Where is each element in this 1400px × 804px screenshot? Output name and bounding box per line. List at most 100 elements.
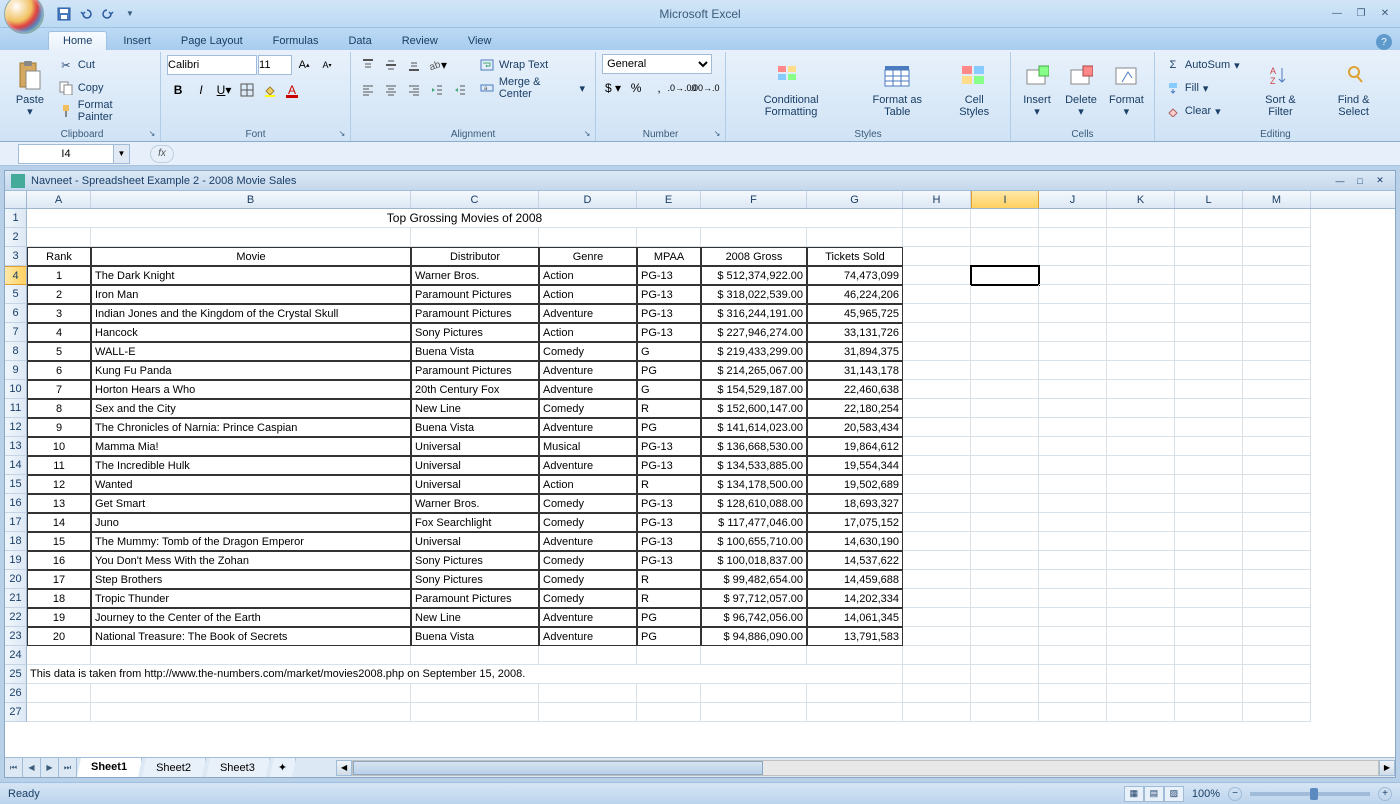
- cell[interactable]: [27, 684, 91, 703]
- cell[interactable]: PG: [637, 627, 701, 646]
- cell[interactable]: 19,502,689: [807, 475, 903, 494]
- cell[interactable]: [971, 247, 1039, 266]
- cell[interactable]: Step Brothers: [91, 570, 411, 589]
- cell[interactable]: [1243, 418, 1311, 437]
- cell[interactable]: 18: [27, 589, 91, 608]
- cell[interactable]: Paramount Pictures: [411, 589, 539, 608]
- cell[interactable]: [971, 228, 1039, 247]
- align-middle-button[interactable]: [380, 54, 402, 76]
- row-header[interactable]: 10: [5, 380, 27, 399]
- cell[interactable]: 14,061,345: [807, 608, 903, 627]
- row-header[interactable]: 1: [5, 209, 27, 228]
- cell[interactable]: [1175, 551, 1243, 570]
- increase-indent-button[interactable]: [449, 79, 471, 101]
- cell[interactable]: G: [637, 380, 701, 399]
- cell[interactable]: [1039, 513, 1107, 532]
- cell[interactable]: Fox Searchlight: [411, 513, 539, 532]
- cell[interactable]: [1107, 456, 1175, 475]
- zoom-in-button[interactable]: +: [1378, 787, 1392, 801]
- shrink-font-button[interactable]: A▾: [316, 54, 338, 76]
- cell[interactable]: [903, 418, 971, 437]
- row-header[interactable]: 26: [5, 684, 27, 703]
- cell[interactable]: [1039, 323, 1107, 342]
- cell[interactable]: 8: [27, 399, 91, 418]
- sheet-tab-2[interactable]: Sheet2: [142, 758, 206, 777]
- cell[interactable]: $ 512,374,922.00: [701, 266, 807, 285]
- cell[interactable]: [1243, 646, 1311, 665]
- page-layout-view-button[interactable]: ▤: [1144, 786, 1164, 802]
- cell[interactable]: Genre: [539, 247, 637, 266]
- cell[interactable]: Paramount Pictures: [411, 304, 539, 323]
- cell[interactable]: MPAA: [637, 247, 701, 266]
- cell[interactable]: PG: [637, 418, 701, 437]
- row-header[interactable]: 17: [5, 513, 27, 532]
- cell[interactable]: [903, 266, 971, 285]
- cell[interactable]: 14,630,190: [807, 532, 903, 551]
- cell[interactable]: [903, 627, 971, 646]
- cell[interactable]: [1107, 361, 1175, 380]
- cell[interactable]: Kung Fu Panda: [91, 361, 411, 380]
- cell[interactable]: [903, 703, 971, 722]
- cell[interactable]: [903, 323, 971, 342]
- workbook-maximize-button[interactable]: □: [1351, 174, 1369, 188]
- font-color-button[interactable]: A: [282, 79, 304, 101]
- cell[interactable]: [539, 228, 637, 247]
- col-header-E[interactable]: E: [637, 191, 701, 208]
- cell[interactable]: [971, 589, 1039, 608]
- cell[interactable]: Adventure: [539, 456, 637, 475]
- decrease-decimal-button[interactable]: .00→.0: [694, 77, 716, 99]
- cell[interactable]: [1107, 532, 1175, 551]
- cell[interactable]: [1243, 665, 1311, 684]
- close-button[interactable]: ✕: [1374, 6, 1396, 22]
- cell[interactable]: [1243, 589, 1311, 608]
- cell[interactable]: [1039, 456, 1107, 475]
- cell[interactable]: [1107, 589, 1175, 608]
- cell[interactable]: G: [637, 342, 701, 361]
- col-header-C[interactable]: C: [411, 191, 539, 208]
- cell[interactable]: R: [637, 589, 701, 608]
- cell[interactable]: [971, 608, 1039, 627]
- cell[interactable]: Juno: [91, 513, 411, 532]
- cell[interactable]: [1107, 323, 1175, 342]
- cell[interactable]: $ 227,946,274.00: [701, 323, 807, 342]
- cell[interactable]: [1243, 570, 1311, 589]
- decrease-indent-button[interactable]: [426, 79, 448, 101]
- name-box[interactable]: I4: [18, 144, 114, 164]
- cell[interactable]: [971, 703, 1039, 722]
- zoom-thumb[interactable]: [1310, 788, 1318, 800]
- cell[interactable]: [1039, 266, 1107, 285]
- cell[interactable]: PG-13: [637, 323, 701, 342]
- percent-format-button[interactable]: %: [625, 77, 647, 99]
- cell[interactable]: [637, 703, 701, 722]
- hscroll-right[interactable]: ▶: [1379, 760, 1395, 776]
- cell[interactable]: [1175, 665, 1243, 684]
- save-icon[interactable]: [54, 4, 74, 24]
- sheet-nav-prev[interactable]: ◀: [23, 758, 41, 777]
- cell[interactable]: [971, 323, 1039, 342]
- cell[interactable]: [1175, 361, 1243, 380]
- row-header[interactable]: 11: [5, 399, 27, 418]
- restore-button[interactable]: ❐: [1350, 6, 1372, 22]
- cell[interactable]: [903, 608, 971, 627]
- zoom-level[interactable]: 100%: [1192, 788, 1220, 800]
- cell[interactable]: [1039, 494, 1107, 513]
- cell[interactable]: [1243, 228, 1311, 247]
- cell[interactable]: National Treasure: The Book of Secrets: [91, 627, 411, 646]
- cell[interactable]: [1175, 323, 1243, 342]
- cell[interactable]: [1175, 513, 1243, 532]
- cell[interactable]: [1175, 380, 1243, 399]
- cell[interactable]: Sex and the City: [91, 399, 411, 418]
- cell[interactable]: [971, 646, 1039, 665]
- cell[interactable]: You Don't Mess With the Zohan: [91, 551, 411, 570]
- workbook-close-button[interactable]: ✕: [1371, 174, 1389, 188]
- col-header-M[interactable]: M: [1243, 191, 1311, 208]
- cell[interactable]: [1039, 703, 1107, 722]
- wrap-text-button[interactable]: Wrap Text: [475, 54, 589, 76]
- cell[interactable]: PG-13: [637, 266, 701, 285]
- cell[interactable]: [971, 684, 1039, 703]
- cell[interactable]: [1039, 399, 1107, 418]
- cell[interactable]: [807, 684, 903, 703]
- cell[interactable]: Tropic Thunder: [91, 589, 411, 608]
- sheet-nav-next[interactable]: ▶: [41, 758, 59, 777]
- col-header-J[interactable]: J: [1039, 191, 1107, 208]
